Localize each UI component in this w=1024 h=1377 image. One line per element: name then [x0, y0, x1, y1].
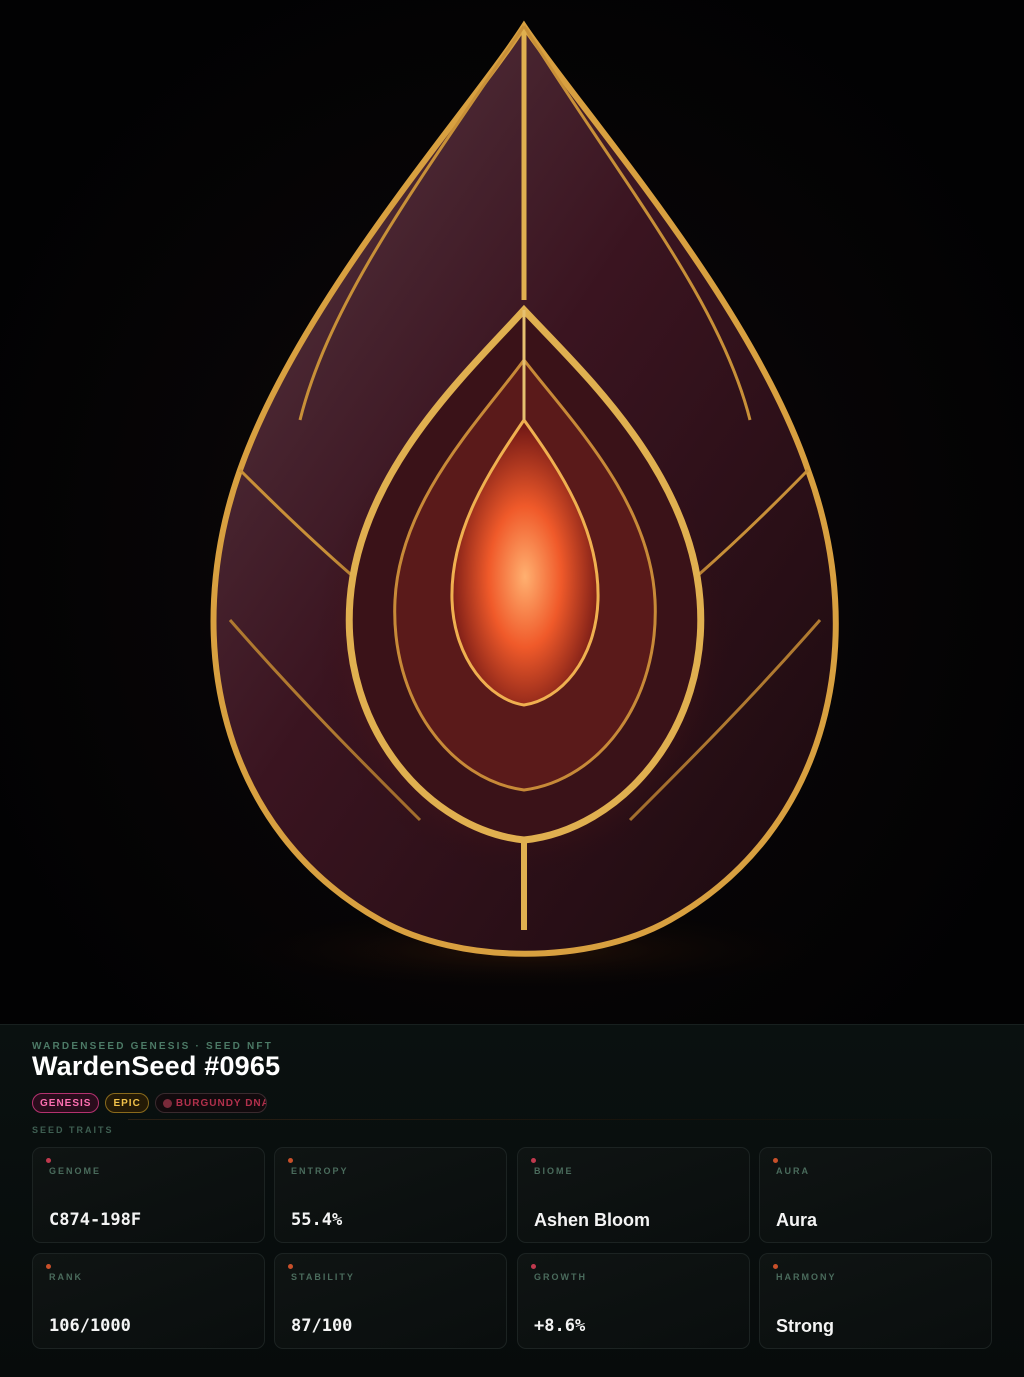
genesis-badge-label: GENESIS — [40, 1097, 92, 1109]
trait-dot-icon — [46, 1264, 51, 1269]
trait-value: +8.6% — [534, 1316, 586, 1336]
trait-value: C874-198F — [49, 1210, 142, 1230]
trait-value: 55.4% — [291, 1210, 343, 1230]
trait-value: Strong — [776, 1316, 834, 1336]
dna-color-dot-icon — [162, 1098, 172, 1108]
trait-card-harmony: HARMONY Strong — [759, 1253, 992, 1349]
trait-label: BIOME — [534, 1166, 574, 1176]
trait-value: Aura — [776, 1210, 818, 1230]
trait-dot-icon — [531, 1264, 536, 1269]
trait-label: GROWTH — [534, 1272, 587, 1282]
trait-label: HARMONY — [776, 1272, 837, 1282]
trait-label: AURA — [776, 1166, 810, 1176]
trait-card-aura: AURA Aura — [759, 1147, 992, 1243]
page-title: WardenSeed #0965 — [32, 1051, 281, 1081]
trait-card-entropy: ENTROPY 55.4% — [274, 1147, 507, 1243]
trait-dot-icon — [46, 1158, 51, 1163]
trait-dot-icon — [288, 1158, 293, 1163]
trait-dot-icon — [288, 1264, 293, 1269]
trait-value: 106/1000 — [49, 1316, 131, 1336]
trait-card-biome: BIOME Ashen Bloom — [517, 1147, 750, 1243]
trait-dot-icon — [773, 1264, 778, 1269]
trait-dot-icon — [773, 1158, 778, 1163]
rarity-badge: EPIC — [105, 1093, 149, 1113]
trait-value: Ashen Bloom — [534, 1210, 651, 1230]
hero-image — [0, 0, 1024, 1024]
badge-row: GENESIS EPIC BURGUNDY DNA — [32, 1093, 267, 1113]
genesis-badge: GENESIS — [32, 1093, 100, 1113]
trait-card-genome: GENOME C874-198F — [32, 1147, 265, 1243]
trait-label: ENTROPY — [291, 1166, 349, 1176]
divider — [128, 1119, 992, 1120]
trait-label: GENOME — [49, 1166, 102, 1176]
trait-label: STABILITY — [291, 1272, 355, 1282]
rarity-badge-label: EPIC — [113, 1097, 141, 1109]
trait-label: RANK — [49, 1272, 83, 1282]
trait-card-growth: GROWTH +8.6% — [517, 1253, 750, 1349]
trait-card-stability: STABILITY 87/100 — [274, 1253, 507, 1349]
traits-section-label: SEED TRAITS — [32, 1125, 114, 1135]
seed-gem-illustration — [194, 20, 854, 995]
seed-details-panel: WARDENSEED GENESIS · SEED NFT WardenSeed… — [0, 1024, 1024, 1377]
trait-value: 87/100 — [291, 1316, 353, 1336]
trait-dot-icon — [531, 1158, 536, 1163]
dna-badge: BURGUNDY DNA — [154, 1093, 267, 1113]
trait-card-rank: RANK 106/1000 — [32, 1253, 265, 1349]
dna-badge-label: BURGUNDY DNA — [175, 1097, 267, 1109]
